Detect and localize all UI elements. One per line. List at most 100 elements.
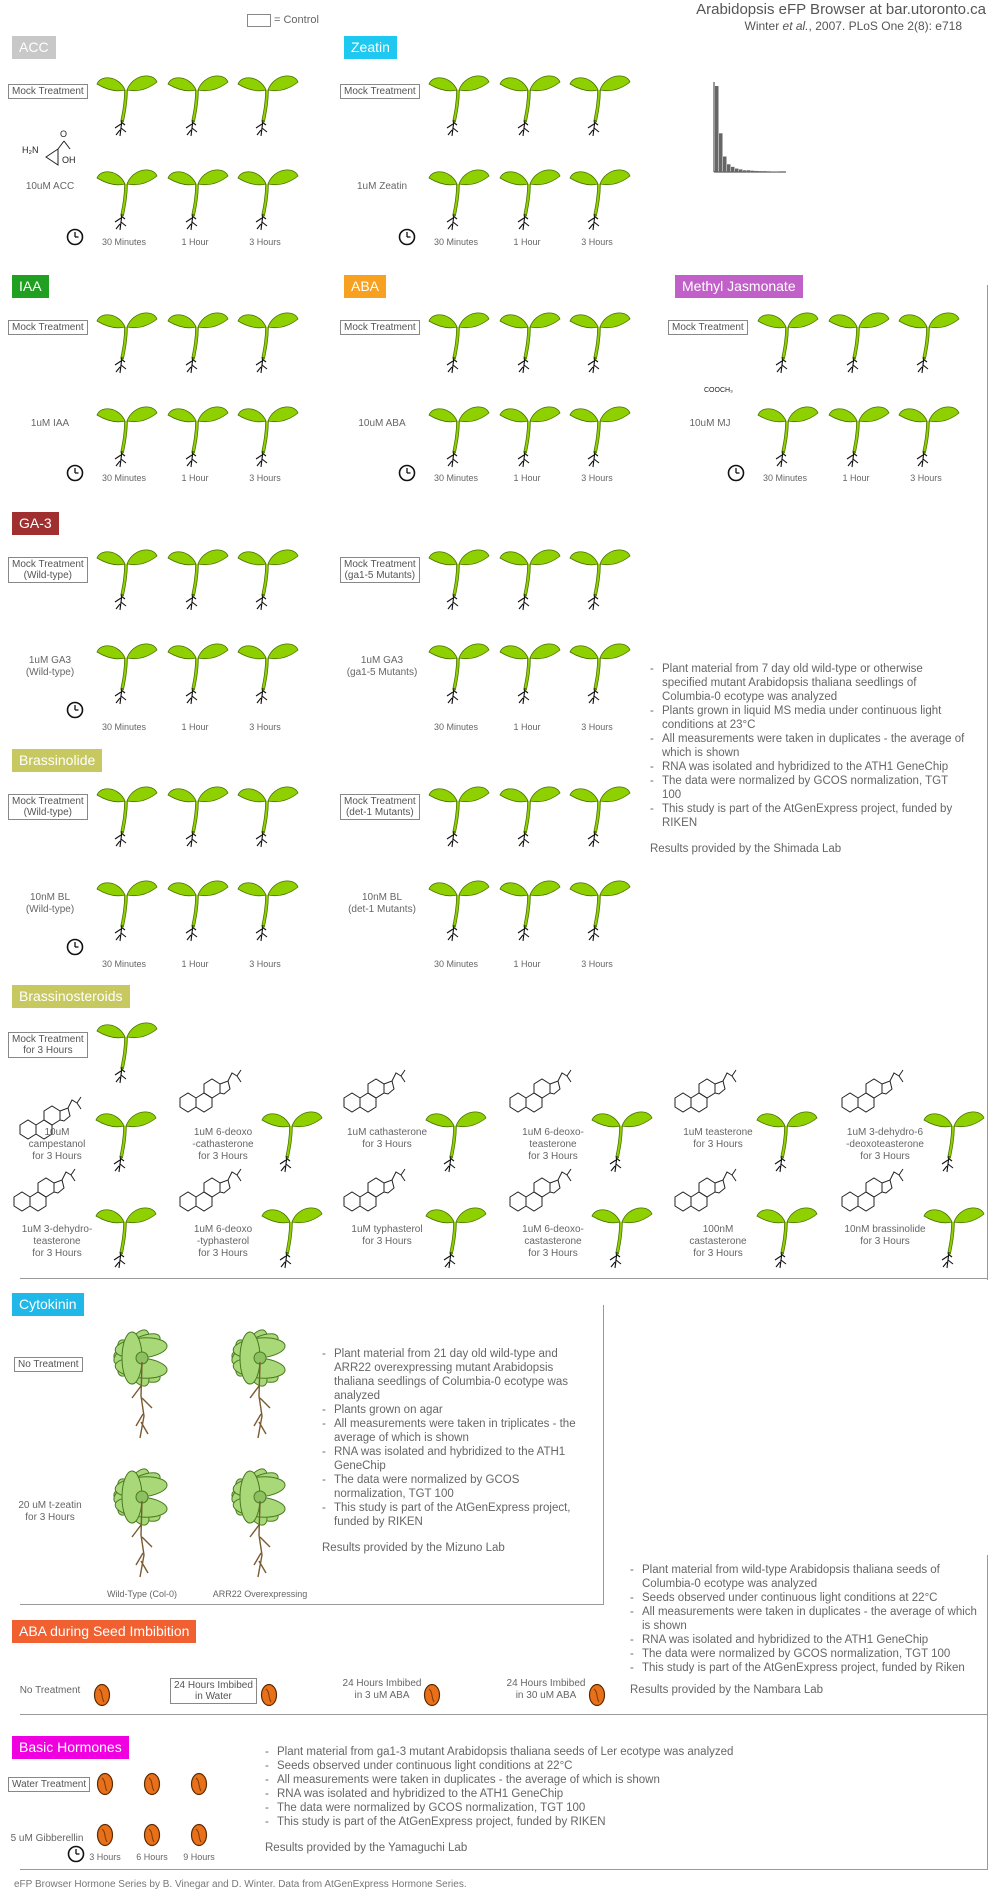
aba-mock-seedling-3[interactable] xyxy=(568,303,632,375)
zeatin-mock-seedling-2[interactable] xyxy=(498,66,562,138)
ga3-wt-mock-seedling-2[interactable] xyxy=(166,540,230,612)
cyt-wt-control-plant[interactable] xyxy=(92,1326,192,1451)
bl-mut-treat-seedling-3[interactable] xyxy=(568,871,632,943)
ga3-wt-mock-seedling-3[interactable] xyxy=(236,540,300,612)
zeatin-treat-seedling-2[interactable] xyxy=(498,160,562,232)
iaa-treat-seedling-3[interactable] xyxy=(236,397,300,469)
aba-treat-seedling-2[interactable] xyxy=(498,397,562,469)
iaa-mock-seedling-2[interactable] xyxy=(166,303,230,375)
mj-mock-seedling-1[interactable] xyxy=(756,303,820,375)
acc-treat-seedling-2[interactable] xyxy=(166,160,230,232)
zeatin-treat-seedling-1[interactable] xyxy=(427,160,491,232)
bl-wt-treat-seedling-3[interactable] xyxy=(236,871,300,943)
acc-mock-seedling-1[interactable] xyxy=(95,66,159,138)
aba-seed-panel-border xyxy=(987,1555,988,1715)
bl-mut-treat-seedling-2[interactable] xyxy=(498,871,562,943)
brs-mock-seedling[interactable] xyxy=(95,1013,159,1085)
cyt-no-treatment-label[interactable]: No Treatment xyxy=(14,1357,83,1372)
mj-treat-seedling-2[interactable] xyxy=(827,397,891,469)
aba-mock-seedling-2[interactable] xyxy=(498,303,562,375)
bl-mut-mock-seedling-3[interactable] xyxy=(568,777,632,849)
acc-mock-label[interactable]: Mock Treatment xyxy=(8,84,88,99)
hormone-notes-item-5: The data were normalized by GCOS normali… xyxy=(650,774,970,802)
iaa-treat-seedling-2[interactable] xyxy=(166,397,230,469)
mj-mock-seedling-3[interactable] xyxy=(897,303,961,375)
mj-time-label-3: 3 Hours xyxy=(910,473,942,483)
bl-mut-mock-seedling-2[interactable] xyxy=(498,777,562,849)
ga3-treat-wt-label: 1uM GA3 (Wild-type) xyxy=(25,655,75,678)
basic-ga-seed-3[interactable] xyxy=(190,1823,208,1847)
ga3-mut-treat-seedling-3[interactable] xyxy=(568,634,632,706)
zeatin-mock-label[interactable]: Mock Treatment xyxy=(340,84,420,99)
iaa-mock-seedling-3[interactable] xyxy=(236,303,300,375)
aba-seed-30um-seed[interactable] xyxy=(588,1683,606,1707)
ga3-title: GA-3 xyxy=(12,512,59,535)
basic-water-label[interactable]: Water Treatment xyxy=(8,1777,91,1792)
bl-mut-mock-seedling-1[interactable] xyxy=(427,777,491,849)
brs-mock-label[interactable]: Mock Treatment for 3 Hours xyxy=(8,1032,88,1058)
cyt-arr-control-plant[interactable] xyxy=(210,1326,310,1451)
aba-mock-seedling-1[interactable] xyxy=(427,303,491,375)
basic-water-seed-1[interactable] xyxy=(96,1772,114,1796)
ga3-mut-mock-seedling-1[interactable] xyxy=(427,540,491,612)
bl-mock-mut-label[interactable]: Mock Treatment (det-1 Mutants) xyxy=(340,794,420,820)
iaa-mock-label[interactable]: Mock Treatment xyxy=(8,320,88,335)
bl-wt-mock-seedling-3[interactable] xyxy=(236,777,300,849)
iaa-treat-seedling-1[interactable] xyxy=(95,397,159,469)
aba-treat-seedling-1[interactable] xyxy=(427,397,491,469)
brs-row2-molecule-5 xyxy=(669,1167,739,1217)
cyt-arr-treated-plant[interactable] xyxy=(210,1465,310,1590)
aba-treatment-label: 10uM ABA xyxy=(358,418,406,429)
ga3-mut-mock-seedling-2[interactable] xyxy=(498,540,562,612)
basic-water-seed-2[interactable] xyxy=(143,1772,161,1796)
cyt-wt-treated-plant[interactable] xyxy=(92,1465,192,1590)
acc-mock-seedling-3[interactable] xyxy=(236,66,300,138)
basic-notes-item-5: The data were normalized by GCOS normali… xyxy=(265,1801,825,1815)
bl-mock-wt-label[interactable]: Mock Treatment (Wild-type) xyxy=(8,794,88,820)
acc-treatment-label: 10uM ACC xyxy=(25,181,75,192)
brs-row1-label-4: 1uM 6-deoxo- teasterone for 3 Hours xyxy=(522,1127,584,1162)
mj-treat-seedling-3[interactable] xyxy=(897,397,961,469)
zeatin-mock-seedling-3[interactable] xyxy=(568,66,632,138)
hormone-notes-item-2: Plants grown in liquid MS media under co… xyxy=(650,704,970,732)
aba-seed-panel-bottom xyxy=(20,1714,988,1715)
bl-wt-treat-seedling-2[interactable] xyxy=(166,871,230,943)
aba-seed-water-label[interactable]: 24 Hours Imbibed in Water xyxy=(170,1678,257,1704)
ga3-mut-treat-seedling-1[interactable] xyxy=(427,634,491,706)
aba-seed-water-seed[interactable] xyxy=(260,1683,278,1707)
basic-ga-seed-1[interactable] xyxy=(96,1823,114,1847)
mj-treat-seedling-1[interactable] xyxy=(756,397,820,469)
bl-mut-treat-seedling-1[interactable] xyxy=(427,871,491,943)
ga3-mut-mock-seedling-3[interactable] xyxy=(568,540,632,612)
zeatin-treat-seedling-3[interactable] xyxy=(568,160,632,232)
ga3-mock-wt-label[interactable]: Mock Treatment (Wild-type) xyxy=(8,557,88,583)
basic-notes-item-3: All measurements were taken in duplicate… xyxy=(265,1773,825,1787)
bl-wt-treat-seedling-1[interactable] xyxy=(95,871,159,943)
mj-mock-label[interactable]: Mock Treatment xyxy=(668,320,748,335)
histogram-bar-8 xyxy=(743,170,747,172)
ga3-mut-treat-seedling-2[interactable] xyxy=(498,634,562,706)
bl-wt-mock-seedling-2[interactable] xyxy=(166,777,230,849)
mj-clock-icon xyxy=(727,464,745,482)
ga3-wt-mock-seedling-1[interactable] xyxy=(95,540,159,612)
zeatin-time-label-3: 3 Hours xyxy=(581,237,613,247)
aba-treat-seedling-3[interactable] xyxy=(568,397,632,469)
mj-mock-seedling-2[interactable] xyxy=(827,303,891,375)
acc-treat-seedling-1[interactable] xyxy=(95,160,159,232)
aba-seed-no-treatment-seed[interactable] xyxy=(93,1683,111,1707)
basic-ga-seed-2[interactable] xyxy=(143,1823,161,1847)
ga3-wt-treat-seedling-2[interactable] xyxy=(166,634,230,706)
ga3-mock-mut-label[interactable]: Mock Treatment (ga1-5 Mutants) xyxy=(340,557,420,583)
ga3-wt-treat-seedling-3[interactable] xyxy=(236,634,300,706)
bl-wt-mock-seedling-1[interactable] xyxy=(95,777,159,849)
acc-mock-seedling-2[interactable] xyxy=(166,66,230,138)
basic-water-seed-3[interactable] xyxy=(190,1772,208,1796)
cyt-notes-item-4: RNA was isolated and hybridized to the A… xyxy=(322,1445,582,1473)
ga3-wt-treat-seedling-1[interactable] xyxy=(95,634,159,706)
acc-time-label-3: 3 Hours xyxy=(249,237,281,247)
iaa-mock-seedling-1[interactable] xyxy=(95,303,159,375)
acc-treat-seedling-3[interactable] xyxy=(236,160,300,232)
aba-mock-label[interactable]: Mock Treatment xyxy=(340,320,420,335)
aba-seed-3um-seed[interactable] xyxy=(423,1683,441,1707)
zeatin-mock-seedling-1[interactable] xyxy=(427,66,491,138)
